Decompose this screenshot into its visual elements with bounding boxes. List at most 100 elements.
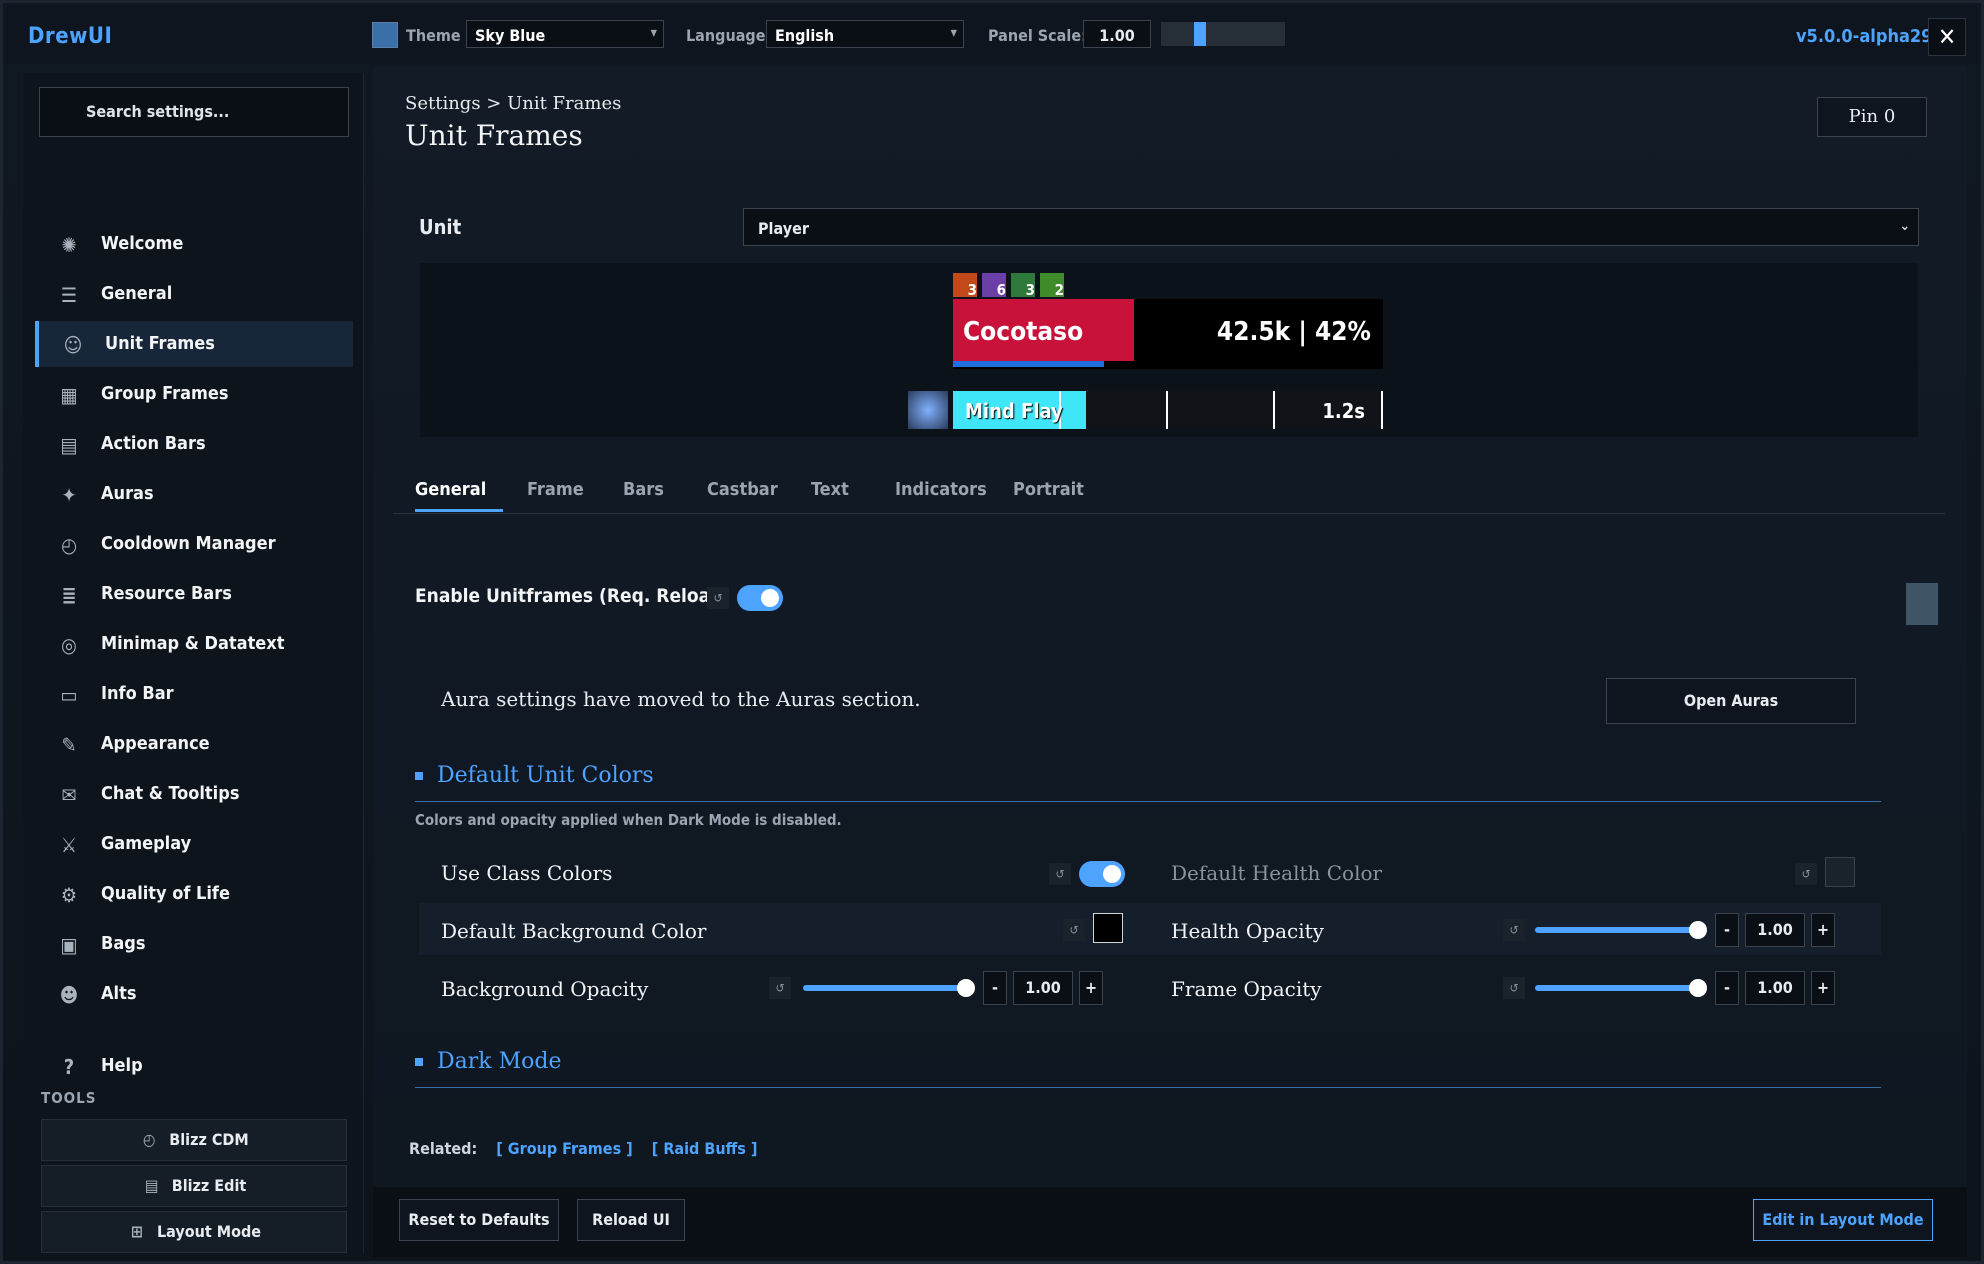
unit-name: Cocotaso [963, 317, 1084, 347]
section-divider [415, 1087, 1881, 1088]
bg-opacity-value[interactable]: 1.00 [1013, 971, 1073, 1005]
cast-tick [1381, 391, 1383, 429]
tab-portrait[interactable]: Portrait [1013, 479, 1084, 500]
tab-castbar[interactable]: Castbar [707, 479, 778, 500]
settings-tabs: General Frame Bars Castbar Text Indicators Por… [393, 467, 1945, 514]
sidebar-item-chat-tooltips[interactable]: ✉ Chat & Tooltips [35, 771, 353, 817]
sidebar-item-label: Help [101, 1055, 143, 1076]
reload-ui-button[interactable]: Reload UI [577, 1199, 685, 1241]
reset-icon[interactable]: ↺ [1795, 863, 1817, 885]
bg-opacity-slider[interactable] [803, 979, 975, 997]
pin-button[interactable]: Pin 0 [1817, 97, 1927, 137]
sidebar-item-gameplay[interactable]: ⚔ Gameplay [35, 821, 353, 867]
related-links: Related: [ Group Frames ] [ Raid Buffs ] [409, 1139, 757, 1158]
language-select[interactable]: English ▾ [766, 20, 964, 48]
sidebar-item-label: Quality of Life [101, 883, 230, 904]
tab-frame[interactable]: Frame [527, 479, 584, 500]
sidebar-item-cooldown-manager[interactable]: ◴ Cooldown Manager [35, 521, 353, 567]
version-label: v5.0.0-alpha29 [1796, 26, 1933, 47]
help-icon: ? [63, 1055, 75, 1079]
reset-icon[interactable]: ↺ [1049, 863, 1071, 885]
tab-bars[interactable]: Bars [623, 479, 664, 500]
sidebar-item-action-bars[interactable]: ▤ Action Bars [35, 421, 353, 467]
sidebar-item-resource-bars[interactable]: ≣ Resource Bars [35, 571, 353, 617]
reset-icon[interactable]: ↺ [1503, 977, 1525, 999]
tab-text[interactable]: Text [811, 479, 849, 500]
tool-blizz-cdm-button[interactable]: ◴ Blizz CDM [41, 1119, 347, 1161]
sidebar-item-general[interactable]: ☰ General [35, 271, 353, 317]
gear-icon: ⚙ [60, 883, 78, 907]
reset-icon[interactable]: ↺ [769, 977, 791, 999]
unit-select[interactable]: Player ⌄ [743, 208, 1919, 246]
enable-unitframes-toggle[interactable] [737, 585, 783, 611]
sidebar-item-group-frames[interactable]: ▦ Group Frames [35, 371, 353, 417]
panel-scale-slider[interactable] [1161, 22, 1285, 46]
sidebar-item-minimap-datatext[interactable]: ◎ Minimap & Datatext [35, 621, 353, 667]
tool-icon: ▤ [144, 1176, 159, 1195]
related-label: Related: [409, 1139, 478, 1158]
tool-blizz-edit-button[interactable]: ▤ Blizz Edit [41, 1165, 347, 1207]
reset-icon[interactable]: ↺ [1063, 919, 1085, 941]
section-dark-mode: Dark Mode [415, 1049, 561, 1074]
buff-icon: 2 [1040, 273, 1064, 299]
health-opacity-label: Health Opacity [1171, 919, 1324, 943]
bg-opacity-plus[interactable]: + [1079, 971, 1103, 1005]
sidebar-item-help[interactable]: ? Help [35, 1043, 353, 1089]
sidebar-item-label: Chat & Tooltips [101, 783, 240, 804]
sidebar-item-unit-frames[interactable]: ☺ Unit Frames [35, 321, 353, 367]
sidebar: Search settings... ✺ Welcome ☰ General ☺ Unit… [23, 73, 364, 1253]
theme-swatch[interactable] [372, 22, 398, 48]
breadcrumb: Settings > Unit Frames [405, 93, 622, 114]
close-button[interactable]: ✕ [1928, 18, 1966, 56]
reset-icon[interactable]: ↺ [1503, 919, 1525, 941]
sidebar-item-label: Action Bars [101, 433, 206, 454]
health-color-swatch[interactable] [1825, 857, 1855, 887]
frame-opacity-minus[interactable]: - [1715, 971, 1739, 1005]
sidebar-item-quality-of-life[interactable]: ⚙ Quality of Life [35, 871, 353, 917]
tab-indicators[interactable]: Indicators [895, 479, 987, 500]
resource-bars-icon: ≣ [61, 583, 77, 607]
reset-icon[interactable]: ↺ [707, 587, 729, 609]
bg-opacity-minus[interactable]: - [983, 971, 1007, 1005]
language-value: English [775, 26, 835, 45]
frame-opacity-value[interactable]: 1.00 [1745, 971, 1805, 1005]
panel-scale-input[interactable]: 1.00 [1083, 20, 1151, 48]
sidebar-item-bags[interactable]: ▣ Bags [35, 921, 353, 967]
related-link-group-frames[interactable]: [ Group Frames ] [496, 1139, 633, 1158]
theme-select[interactable]: Sky Blue ▾ [466, 20, 664, 48]
sidebar-item-alts[interactable]: ☻ Alts [35, 971, 353, 1017]
sidebar-item-label: Bags [101, 933, 146, 954]
unit-value: Player [758, 219, 809, 238]
scrollbar-thumb[interactable] [1906, 583, 1938, 625]
power-fill [953, 361, 1104, 367]
reset-defaults-button[interactable]: Reset to Defaults [399, 1199, 559, 1241]
brush-icon: ✎ [61, 733, 77, 757]
tool-icon: ⊞ [130, 1222, 143, 1241]
sidebar-item-welcome[interactable]: ✺ Welcome [35, 221, 353, 267]
edit-layout-mode-button[interactable]: Edit in Layout Mode [1753, 1199, 1933, 1241]
sparkle-icon: ✦ [61, 483, 77, 507]
open-auras-button[interactable]: Open Auras [1606, 678, 1856, 724]
buff-icon: 6 [982, 273, 1006, 299]
section-divider [415, 801, 1881, 802]
use-class-colors-toggle[interactable] [1079, 861, 1125, 887]
health-opacity-slider[interactable] [1535, 921, 1707, 939]
related-link-raid-buffs[interactable]: [ Raid Buffs ] [652, 1139, 758, 1158]
sidebar-item-info-bar[interactable]: ▭ Info Bar [35, 671, 353, 717]
bg-color-swatch[interactable] [1093, 913, 1123, 943]
slider-thumb[interactable] [1194, 22, 1206, 46]
frame-opacity-plus[interactable]: + [1811, 971, 1835, 1005]
health-opacity-minus[interactable]: - [1715, 913, 1739, 947]
tab-general[interactable]: General [415, 479, 486, 500]
frame-opacity-slider[interactable] [1535, 979, 1707, 997]
tool-layout-mode-button[interactable]: ⊞ Layout Mode [41, 1211, 347, 1253]
sidebar-item-auras[interactable]: ✦ Auras [35, 471, 353, 517]
cast-tick [1273, 391, 1275, 429]
tools-label: TOOLS [41, 1089, 97, 1107]
search-input[interactable]: Search settings... [39, 87, 349, 137]
minimap-icon: ◎ [61, 633, 77, 657]
health-opacity-plus[interactable]: + [1811, 913, 1835, 947]
theme-value: Sky Blue [475, 26, 546, 45]
sidebar-item-appearance[interactable]: ✎ Appearance [35, 721, 353, 767]
health-opacity-value[interactable]: 1.00 [1745, 913, 1805, 947]
